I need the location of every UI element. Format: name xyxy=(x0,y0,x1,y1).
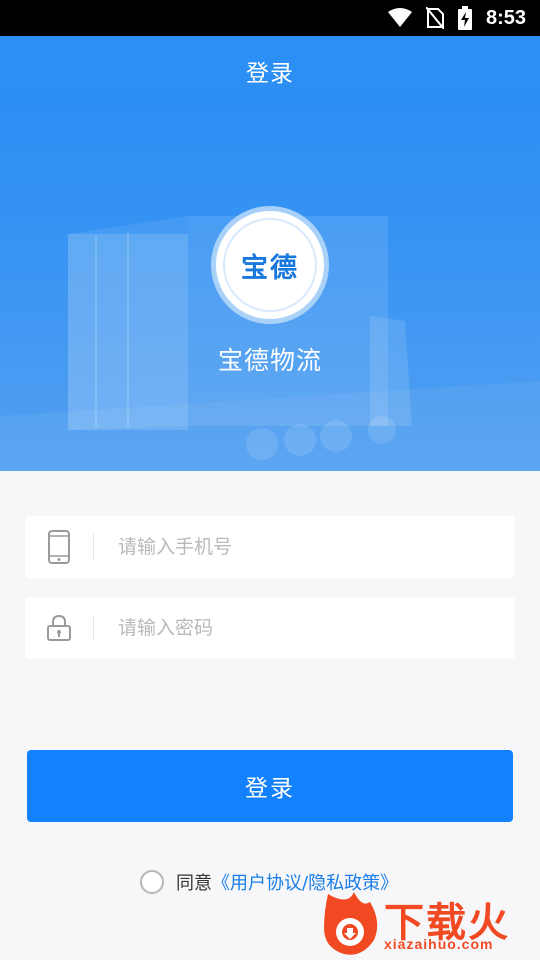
phone-input[interactable] xyxy=(94,516,515,578)
watermark: 下载火 xiazaihuo.com xyxy=(318,888,540,960)
page-title: 登录 xyxy=(246,61,294,87)
flame-logo-icon xyxy=(324,892,378,955)
agreement-prefix: 同意 xyxy=(176,873,212,894)
logo-text: 宝德 xyxy=(241,252,299,284)
company-logo: 宝德 xyxy=(216,211,324,319)
hero-banner: 登录 宝德 宝德物流 xyxy=(0,36,540,471)
lock-icon xyxy=(25,614,93,642)
phone-field[interactable] xyxy=(25,516,515,578)
company-name: 宝德物流 xyxy=(217,346,322,375)
login-button[interactable]: 登录 xyxy=(27,750,513,822)
status-bar: 8:53 xyxy=(0,0,540,36)
agreement-checkbox[interactable] xyxy=(140,870,164,894)
battery-charging-icon xyxy=(457,6,472,30)
mobile-phone-icon xyxy=(25,530,93,564)
password-input[interactable] xyxy=(94,597,515,659)
watermark-domain: xiazaihuo.com xyxy=(384,936,494,952)
clock: 8:53 xyxy=(485,6,526,29)
logo-inner-ring: 宝德 xyxy=(223,218,317,312)
wifi-icon xyxy=(387,8,412,28)
password-field[interactable] xyxy=(25,597,515,659)
no-sim-icon xyxy=(425,7,444,29)
